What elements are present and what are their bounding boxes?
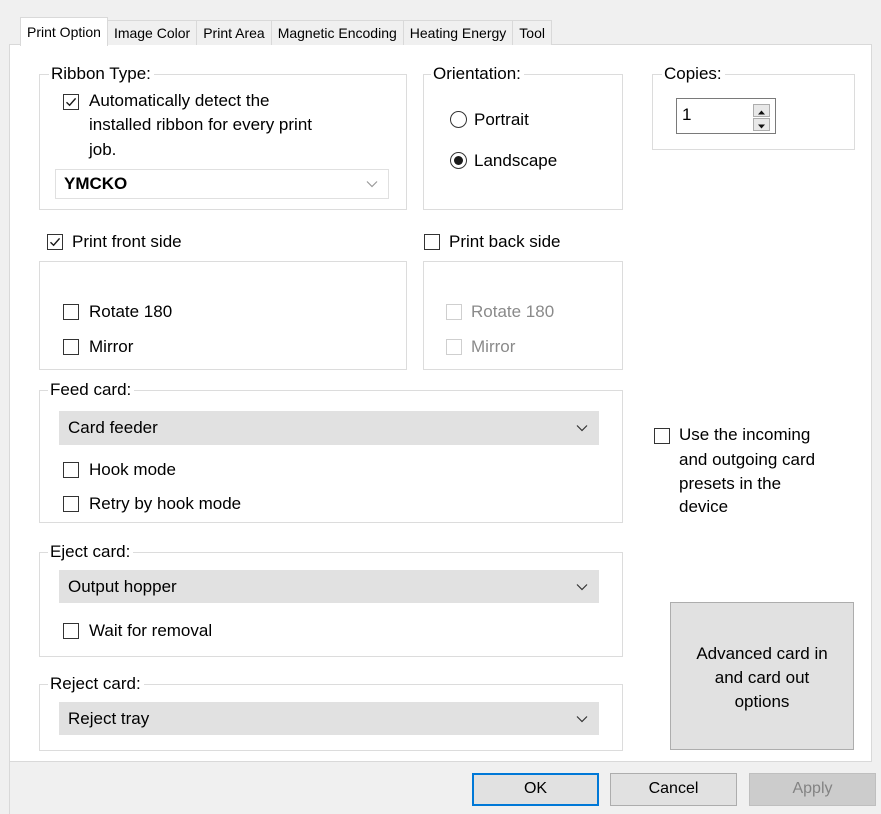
landscape-label: Landscape	[474, 151, 558, 170]
copies-legend: Copies:	[662, 64, 725, 84]
hook-mode-label: Hook mode	[89, 460, 176, 479]
cancel-button[interactable]: Cancel	[610, 773, 737, 806]
front-rotate-checkbox[interactable]	[63, 304, 79, 320]
feed-card-select[interactable]: Card feeder	[59, 411, 599, 445]
arrow-up-icon	[758, 110, 765, 115]
back-rotate-label: Rotate 180	[471, 302, 555, 321]
copies-spin-down[interactable]	[753, 118, 770, 131]
back-rotate-checkbox[interactable]	[446, 304, 462, 320]
eject-card-select[interactable]: Output hopper	[59, 570, 599, 603]
chevron-down-icon	[576, 715, 588, 722]
print-back-checkbox[interactable]	[424, 234, 440, 250]
tab-tool[interactable]: Tool	[513, 20, 552, 45]
tab-heating-energy[interactable]: Heating Energy	[403, 20, 514, 45]
auto-detect-label-line2: installed ribbon for every print	[89, 115, 313, 134]
auto-detect-label-line3: job.	[89, 140, 117, 159]
front-mirror-checkbox[interactable]	[63, 339, 79, 355]
eject-card-group	[39, 552, 623, 657]
auto-detect-label-line1: Automatically detect the	[89, 91, 270, 110]
advanced-card-options-button[interactable]: Advanced card in and card out options	[670, 602, 854, 750]
chevron-down-icon	[576, 583, 588, 590]
copies-spin-up[interactable]	[753, 104, 770, 117]
ribbon-type-select[interactable]: YMCKO	[55, 169, 389, 199]
chevron-down-icon	[366, 181, 378, 188]
checkmark-icon	[66, 97, 77, 107]
use-presets-line2: and outgoing card	[679, 450, 816, 469]
arrow-down-icon	[758, 124, 765, 129]
chevron-down-icon	[576, 425, 588, 432]
eject-card-legend: Eject card:	[48, 542, 134, 562]
reject-card-select[interactable]: Reject tray	[59, 702, 599, 735]
ok-button[interactable]: OK	[472, 773, 599, 806]
front-rotate-label: Rotate 180	[89, 302, 173, 321]
advanced-line1: Advanced card in	[696, 644, 828, 663]
use-presets-line4: device	[679, 497, 729, 516]
window-edge	[9, 44, 10, 814]
use-presets-line1: Use the incoming	[679, 425, 811, 444]
orientation-group	[423, 74, 623, 210]
advanced-line3: options	[734, 692, 790, 711]
hook-mode-checkbox[interactable]	[63, 462, 79, 478]
tab-print-option[interactable]: Print Option	[20, 17, 108, 46]
auto-detect-checkbox[interactable]	[63, 94, 79, 110]
front-mirror-label: Mirror	[89, 337, 134, 356]
print-front-checkbox[interactable]	[47, 234, 63, 250]
retry-hook-checkbox[interactable]	[63, 496, 79, 512]
back-mirror-label: Mirror	[471, 337, 516, 356]
copies-value: 1	[682, 105, 692, 124]
print-front-label: Print front side	[72, 232, 182, 251]
portrait-label: Portrait	[474, 110, 529, 129]
retry-hook-label: Retry by hook mode	[89, 494, 242, 513]
wait-removal-checkbox[interactable]	[63, 623, 79, 639]
tab-image-color[interactable]: Image Color	[107, 20, 198, 45]
apply-button[interactable]: Apply	[749, 773, 876, 806]
use-presets-checkbox[interactable]	[654, 428, 670, 444]
eject-card-value: Output hopper	[68, 576, 177, 596]
advanced-line2: and card out	[714, 668, 810, 687]
tab-print-area[interactable]: Print Area	[197, 20, 272, 45]
reject-card-value: Reject tray	[68, 708, 150, 728]
tab-magnetic-encoding[interactable]: Magnetic Encoding	[271, 20, 404, 45]
reject-card-legend: Reject card:	[48, 674, 144, 694]
use-presets-line3: presets in the	[679, 474, 782, 493]
orientation-legend: Orientation:	[431, 64, 524, 84]
checkmark-icon	[50, 237, 61, 247]
ribbon-type-value: YMCKO	[64, 174, 128, 193]
tab-bar: Print Option Image Color Print Area Magn…	[20, 17, 552, 46]
wait-removal-label: Wait for removal	[89, 621, 213, 640]
feed-card-value: Card feeder	[68, 418, 158, 437]
landscape-radio[interactable]	[450, 152, 467, 169]
back-mirror-checkbox[interactable]	[446, 339, 462, 355]
radio-dot	[454, 156, 463, 165]
portrait-radio[interactable]	[450, 111, 467, 128]
print-back-label: Print back side	[449, 232, 561, 251]
feed-card-legend: Feed card:	[48, 380, 135, 400]
ribbon-type-legend: Ribbon Type:	[49, 64, 154, 84]
